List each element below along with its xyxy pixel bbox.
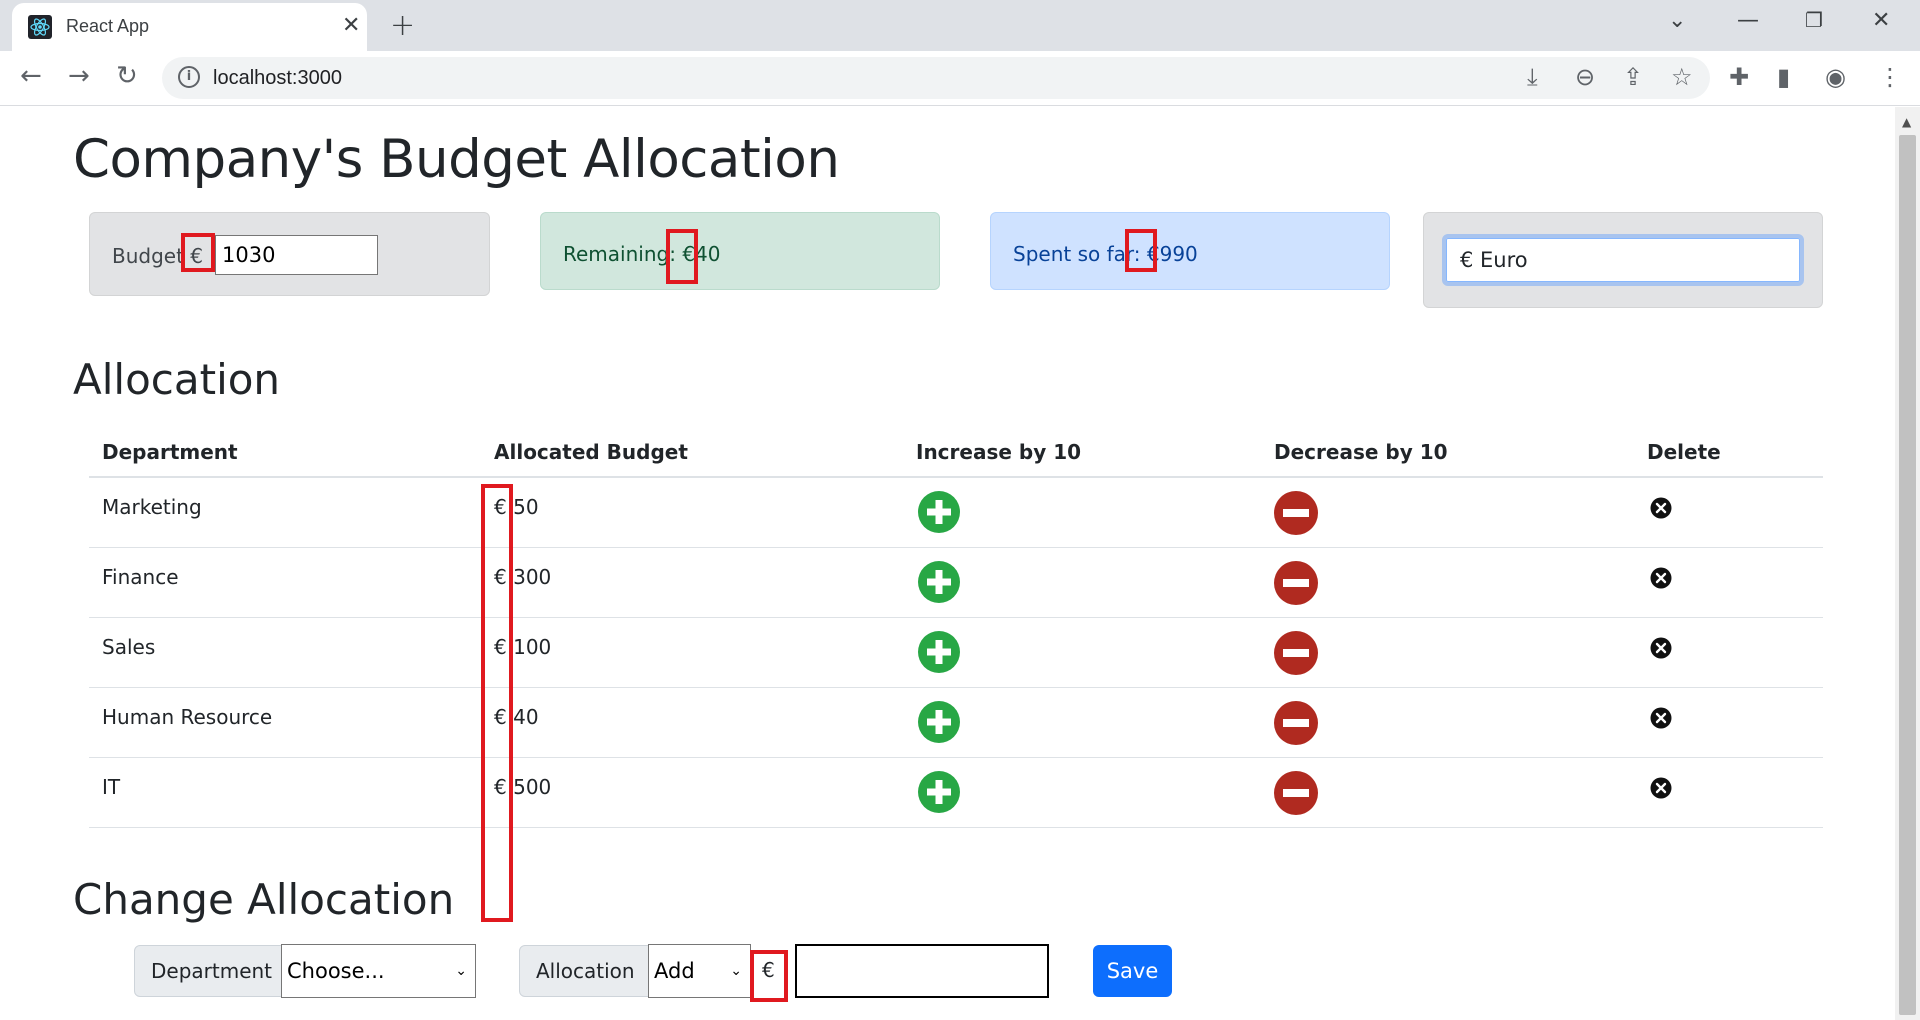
header-decrease: Decrease by 10 [1274, 440, 1448, 464]
budget-amount: 100 [513, 635, 552, 659]
delete-x-icon[interactable] [1650, 777, 1672, 803]
window-close-icon[interactable]: ✕ [1872, 8, 1890, 33]
delete-x-icon[interactable] [1650, 707, 1672, 733]
profile-avatar-icon[interactable]: ◉ [1825, 65, 1846, 89]
spent-label: Spent so far: €990 [1013, 242, 1198, 266]
budget-input[interactable]: 1030 [215, 235, 378, 275]
spent-card: Spent so far: €990 [990, 212, 1390, 290]
tab-title: React App [66, 16, 150, 36]
browser-toolbar: ← → ↻ i localhost:3000 ⤓ ⊖ ⇪ ☆ ✚ ▮ ◉ ⋮ [0, 51, 1920, 106]
remaining-value: 40 [695, 242, 721, 266]
install-app-icon[interactable]: ⤓ [1527, 65, 1538, 89]
decrease-minus-icon[interactable] [1273, 560, 1319, 610]
side-panel-icon[interactable]: ▮ [1777, 65, 1790, 89]
department-name: Sales [102, 635, 156, 659]
back-arrow-icon[interactable]: ← [20, 61, 42, 91]
allocation-table: Department Allocated Budget Increase by … [89, 427, 1823, 828]
chevron-down-icon: ⌄ [730, 963, 742, 979]
decrease-minus-icon[interactable] [1273, 490, 1319, 540]
increase-plus-icon[interactable] [917, 770, 961, 818]
budget-amount: 500 [513, 775, 552, 799]
decrease-minus-icon[interactable] [1273, 630, 1319, 680]
change-allocation-heading: Change Allocation [73, 875, 455, 924]
allocation-label: Allocation [519, 945, 649, 997]
budget-card: Budget € 1030 [89, 212, 490, 296]
highlight-box [1125, 229, 1157, 272]
chevron-down-icon: ⌄ [455, 963, 467, 979]
department-name: Human Resource [102, 705, 273, 729]
zoom-icon[interactable]: ⊖ [1575, 65, 1595, 89]
react-logo-icon [28, 15, 52, 39]
browser-menu-icon[interactable]: ⋮ [1878, 65, 1902, 89]
delete-x-icon[interactable] [1650, 567, 1672, 593]
browser-tab-bar: React App ✕ + ⌄ — ❐ ✕ [0, 0, 1920, 51]
increase-plus-icon[interactable] [917, 490, 961, 538]
forward-arrow-icon[interactable]: → [68, 61, 90, 91]
currency-card: € Euro [1423, 212, 1823, 308]
allocation-type-select[interactable]: Add ⌄ [648, 944, 751, 998]
highlight-box [481, 484, 513, 922]
budget-amount: 50 [513, 495, 539, 519]
table-header-row: Department Allocated Budget Increase by … [89, 427, 1823, 478]
restore-icon[interactable]: ❐ [1805, 8, 1823, 32]
header-increase: Increase by 10 [916, 440, 1082, 464]
table-row: Sales € 100 [89, 618, 1823, 688]
scroll-up-arrow-icon[interactable]: ▲ [1902, 115, 1911, 129]
browser-tab[interactable]: React App ✕ [12, 3, 367, 51]
tab-search-chevron-icon[interactable]: ⌄ [1668, 8, 1686, 33]
table-row: Human Resource € 40 [89, 688, 1823, 758]
decrease-minus-icon[interactable] [1273, 770, 1319, 820]
currency-select[interactable]: € Euro [1442, 234, 1804, 286]
table-row: IT € 500 [89, 758, 1823, 828]
delete-x-icon[interactable] [1650, 497, 1672, 523]
table-row: Marketing € 50 [89, 478, 1823, 548]
remaining-card: Remaining: €40 [540, 212, 940, 290]
site-info-icon[interactable]: i [178, 66, 200, 88]
header-allocated-budget: Allocated Budget [494, 440, 688, 464]
bookmark-star-icon[interactable]: ☆ [1671, 65, 1693, 89]
highlight-box [666, 229, 698, 284]
new-tab-icon[interactable]: + [390, 8, 415, 43]
page-scrollbar[interactable]: ▲ [1895, 107, 1920, 1020]
header-delete: Delete [1647, 440, 1721, 464]
table-row: Finance € 300 [89, 548, 1823, 618]
save-button[interactable]: Save [1093, 945, 1172, 997]
decrease-minus-icon[interactable] [1273, 700, 1319, 750]
spent-value: 990 [1159, 242, 1198, 266]
reload-icon[interactable]: ↻ [116, 61, 138, 91]
allocation-amount-input[interactable] [795, 944, 1049, 998]
increase-plus-icon[interactable] [917, 560, 961, 608]
minimize-icon[interactable]: — [1737, 8, 1759, 33]
department-name: Marketing [102, 495, 202, 519]
scrollbar-thumb[interactable] [1899, 135, 1916, 1015]
budget-amount: 300 [513, 565, 552, 589]
department-name: IT [102, 775, 121, 799]
increase-plus-icon[interactable] [917, 700, 961, 748]
allocation-heading: Allocation [73, 355, 281, 404]
page-title: Company's Budget Allocation [73, 129, 840, 190]
delete-x-icon[interactable] [1650, 637, 1672, 663]
share-icon[interactable]: ⇪ [1623, 65, 1643, 89]
address-bar[interactable]: i localhost:3000 ⤓ ⊖ ⇪ ☆ [162, 57, 1710, 99]
highlight-box [181, 233, 215, 272]
department-label: Department [134, 945, 282, 997]
tab-close-icon[interactable]: ✕ [342, 13, 360, 38]
extensions-puzzle-icon[interactable]: ✚ [1729, 65, 1749, 89]
budget-amount: 40 [513, 705, 539, 729]
increase-plus-icon[interactable] [917, 630, 961, 678]
header-department: Department [102, 440, 238, 464]
highlight-box [750, 950, 788, 1002]
page-content: Company's Budget Allocation Budget € 103… [0, 107, 1895, 1020]
department-name: Finance [102, 565, 179, 589]
url-text: localhost:3000 [213, 67, 342, 89]
department-select[interactable]: Choose... ⌄ [281, 944, 476, 998]
